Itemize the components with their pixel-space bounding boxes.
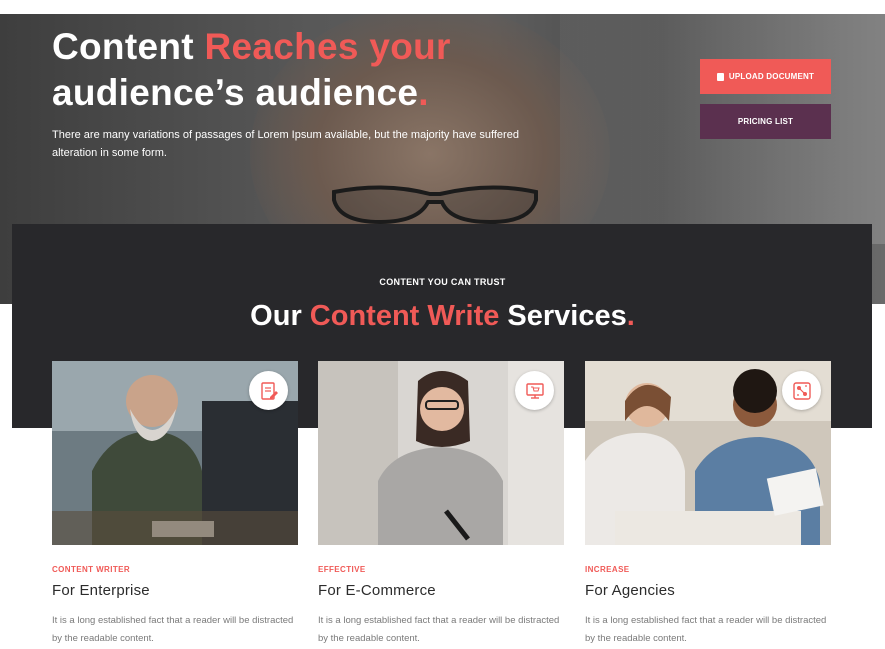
shopping-cart-monitor-icon <box>515 371 554 410</box>
services-title-accent: Content Write <box>309 300 500 332</box>
card-tag: EFFECTIVE <box>318 565 366 574</box>
service-card-enterprise[interactable]: CONTENT WRITER For Enterprise It is a lo… <box>52 361 298 649</box>
puzzle-network-icon <box>782 371 821 410</box>
card-description: It is a long established fact that a rea… <box>585 615 827 644</box>
card-title[interactable]: For Agencies <box>585 582 675 599</box>
service-card-agencies[interactable]: INCREASE For Agencies It is a long estab… <box>585 361 831 649</box>
service-card-ecommerce[interactable]: EFFECTIVE For E-Commerce It is a long es… <box>318 361 564 649</box>
hero-title-dot: . <box>418 72 429 113</box>
hero-glasses-graphic <box>332 185 538 225</box>
services-eyebrow: CONTENT YOU CAN TRUST <box>379 277 506 287</box>
upload-document-button[interactable]: UPLOAD DOCUMENT <box>700 59 831 94</box>
services-title-dot: . <box>626 300 635 332</box>
card-title[interactable]: For E-Commerce <box>318 582 436 599</box>
card-tag: CONTENT WRITER <box>52 565 131 574</box>
card-title[interactable]: For Enterprise <box>52 582 150 599</box>
services-title-part2: Services <box>499 300 627 332</box>
services-title: Our Content Write Services. <box>0 296 885 336</box>
hero-title-part2: audience’s audience <box>52 72 419 113</box>
services-title-part1: Our <box>250 300 310 332</box>
document-edit-icon <box>249 371 288 410</box>
hero-title-part1: Content <box>52 26 205 67</box>
hero-title: Content Reaches your audience’s audience… <box>52 24 451 116</box>
hero-description: There are many variations of passages of… <box>52 129 519 159</box>
hero-title-accent: Reaches your <box>204 26 451 67</box>
card-description: It is a long established fact that a rea… <box>318 615 560 644</box>
top-strip <box>0 0 885 14</box>
card-description: It is a long established fact that a rea… <box>52 615 294 644</box>
pricing-list-button[interactable]: PRICING LIST <box>700 104 831 139</box>
upload-document-label: UPLOAD DOCUMENT <box>728 72 815 81</box>
card-tag: INCREASE <box>585 565 630 574</box>
document-icon <box>716 72 724 81</box>
